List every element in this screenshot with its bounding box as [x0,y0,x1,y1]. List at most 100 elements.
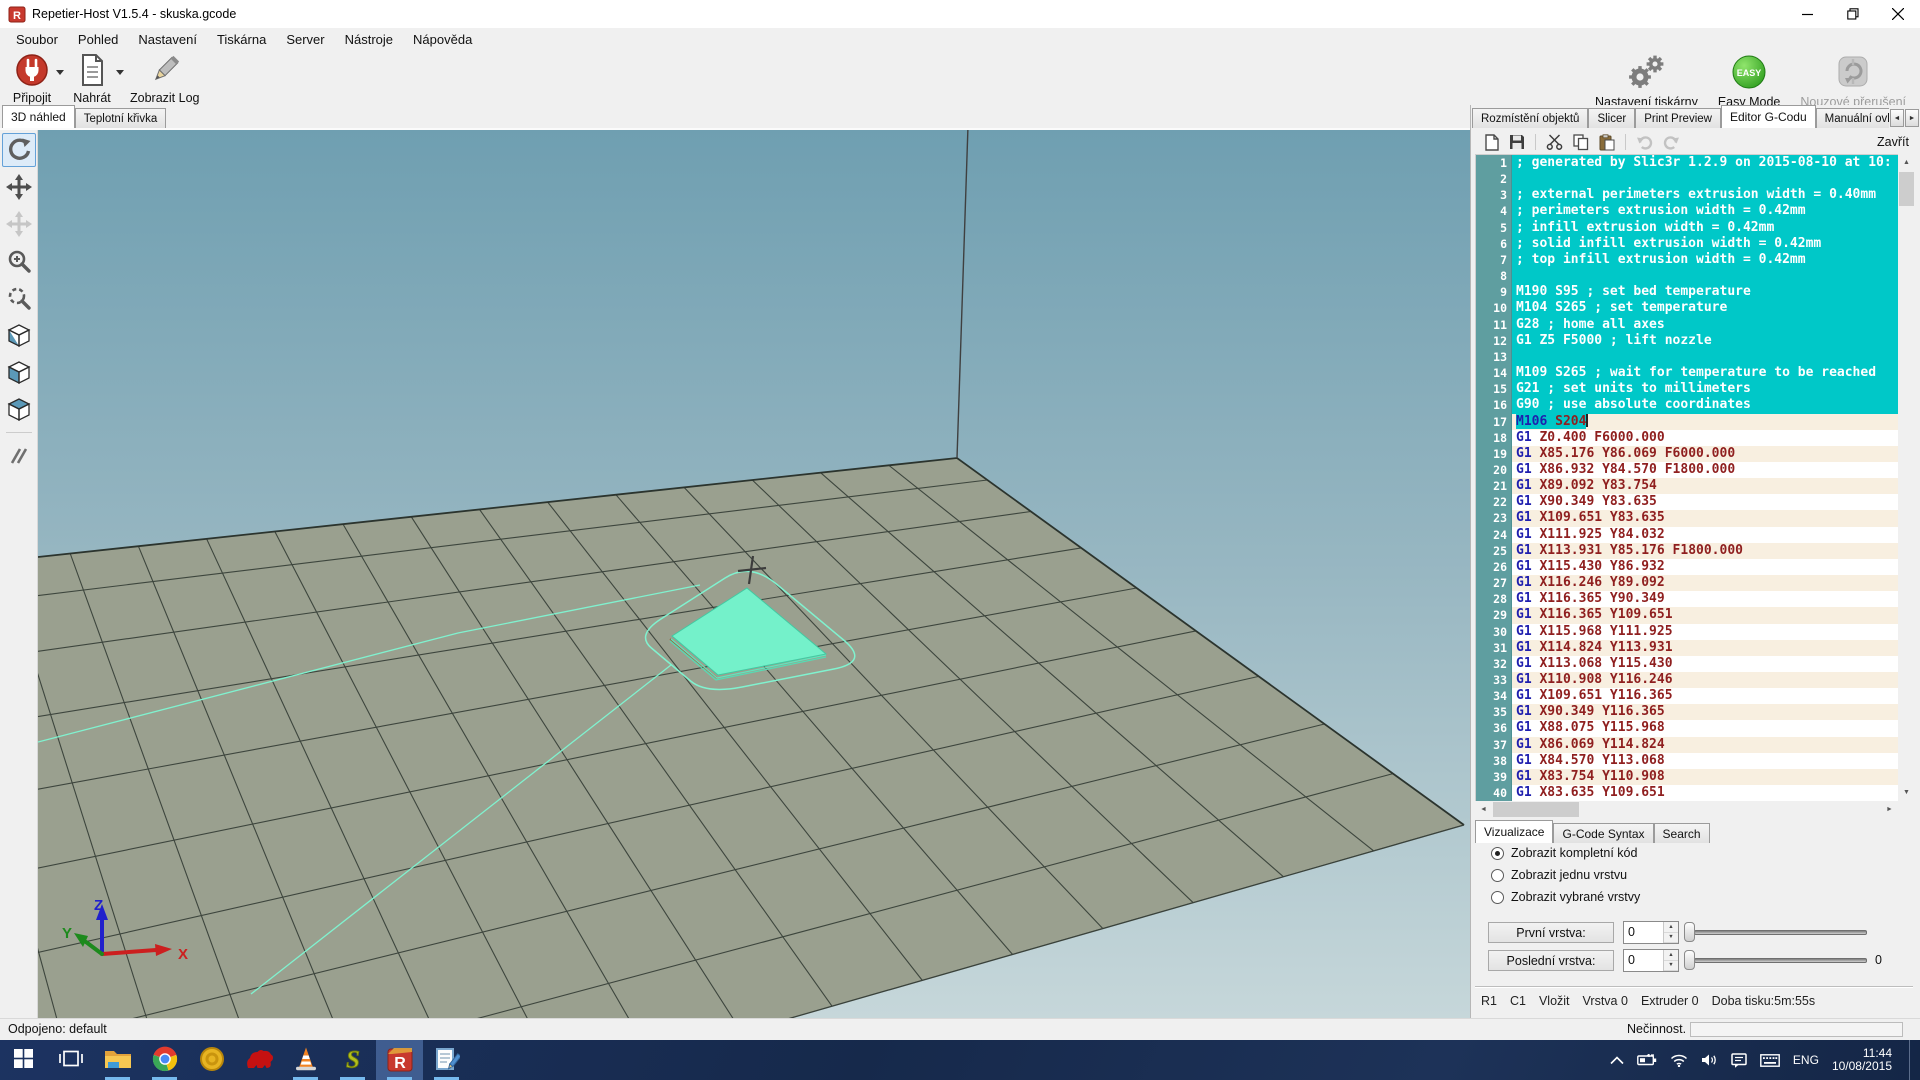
editor-line[interactable]: 30G1 X115.968 Y111.925 [1476,624,1898,640]
spin-down-icon[interactable]: ▼ [1664,933,1678,944]
editor-line[interactable]: 15G21 ; set units to millimeters [1476,381,1898,397]
editor-vscrollbar[interactable]: ▲ ▼ [1898,154,1915,801]
taskbar-clock[interactable]: 11:44 10/08/2015 [1832,1047,1892,1074]
editor-line[interactable]: 40G1 X83.635 Y109.651 [1476,785,1898,801]
chevron-up-icon[interactable] [1610,1056,1624,1065]
editor-line[interactable]: 23G1 X109.651 Y83.635 [1476,510,1898,526]
editor-close-button[interactable]: Zavřít [1877,130,1909,154]
dropdown-caret-icon[interactable] [56,70,64,75]
taskbar-task-view-button[interactable] [47,1040,94,1080]
spin-down-icon[interactable]: ▼ [1664,961,1678,972]
editor-line[interactable]: 36G1 X88.075 Y115.968 [1476,720,1898,736]
menu-item-server[interactable]: Server [276,28,334,50]
tab-slicer[interactable]: Slicer [1588,108,1635,128]
menu-item-pohled[interactable]: Pohled [68,28,128,50]
tab-scroll-right-icon[interactable]: ► [1905,109,1919,127]
editor-line[interactable]: 10M104 S265 ; set temperature [1476,300,1898,316]
radio-option[interactable]: Zobrazit vybrané vrstvy [1491,890,1640,904]
action-center-icon[interactable] [1731,1053,1747,1068]
editor-line[interactable]: 33G1 X110.908 Y116.246 [1476,672,1898,688]
taskbar-vlc-button[interactable] [282,1040,329,1080]
taskbar-start-button[interactable] [0,1040,47,1080]
radio-option[interactable]: Zobrazit kompletní kód [1491,846,1637,860]
tab-scroll-left-icon[interactable]: ◄ [1890,109,1904,127]
language-indicator[interactable]: ENG [1793,1053,1819,1067]
tab-rozm-st-n-objekt-[interactable]: Rozmístění objektů [1472,108,1588,128]
tab-print-preview[interactable]: Print Preview [1635,108,1721,128]
slider-thumb[interactable] [1684,922,1695,942]
tab-3d-n-hled[interactable]: 3D náhled [2,105,75,128]
layer-button[interactable]: Poslední vrstva: [1488,950,1614,971]
editor-line[interactable]: 18G1 Z0.400 F6000.000 [1476,430,1898,446]
radio-button-icon[interactable] [1491,891,1504,904]
editor-line[interactable]: 26G1 X115.430 Y86.932 [1476,559,1898,575]
rotate-view-button[interactable] [2,133,36,167]
editor-line[interactable]: 16G90 ; use absolute coordinates [1476,397,1898,413]
editor-line[interactable]: 20G1 X86.932 Y84.570 F1800.000 [1476,462,1898,478]
editor-line[interactable]: 27G1 X116.246 Y89.092 [1476,575,1898,591]
editor-line[interactable]: 4; perimeters extrusion width = 0.42mm [1476,203,1898,219]
menu-item-nastroje[interactable]: Nástroje [335,28,403,50]
editor-line[interactable]: 28G1 X116.365 Y90.349 [1476,591,1898,607]
radio-button-icon[interactable] [1491,869,1504,882]
fit-view-button[interactable] [2,281,36,315]
editor-line[interactable]: 38G1 X84.570 Y113.068 [1476,753,1898,769]
editor-line[interactable]: 31G1 X114.824 Y113.931 [1476,640,1898,656]
editor-line[interactable]: 9M190 S95 ; set bed temperature [1476,284,1898,300]
editor-line[interactable]: 11G28 ; home all axes [1476,317,1898,333]
dropdown-caret-icon[interactable] [116,70,124,75]
editor-line[interactable]: 19G1 X85.176 Y86.069 F6000.000 [1476,446,1898,462]
battery-icon[interactable] [1637,1054,1657,1066]
editor-line[interactable]: 1; generated by Slic3r 1.2.9 on 2015-08-… [1476,155,1898,171]
taskbar-chrome-button[interactable] [141,1040,188,1080]
editor-line[interactable]: 37G1 X86.069 Y114.824 [1476,737,1898,753]
copy-icon[interactable] [1573,134,1589,151]
save-icon[interactable] [1509,134,1525,150]
redo-icon[interactable] [1663,135,1680,150]
editor-line[interactable]: 3; external perimeters extrusion width =… [1476,187,1898,203]
editor-line[interactable]: 29G1 X116.365 Y109.651 [1476,607,1898,623]
tab-teplotn-k-ivka[interactable]: Teplotní křivka [75,108,167,128]
volume-icon[interactable] [1701,1053,1718,1067]
undo-icon[interactable] [1636,135,1653,150]
editor-line[interactable]: 6; solid infill extrusion width = 0.42mm [1476,236,1898,252]
radio-option[interactable]: Zobrazit jednu vrstvu [1491,868,1627,882]
editor-line[interactable]: 14M109 S265 ; wait for temperature to be… [1476,365,1898,381]
tab-manu-ln-ovl-d-n-[interactable]: Manuální ovládání [1816,108,1889,128]
load-button[interactable]: Nahrát [66,52,118,106]
zoom-view-button[interactable] [2,244,36,278]
view-top-button[interactable] [2,392,36,426]
editor-line[interactable]: 22G1 X90.349 Y83.635 [1476,494,1898,510]
new-file-icon[interactable] [1485,134,1499,151]
layer-spinner[interactable]: 0▲▼ [1623,949,1679,972]
close-icon[interactable] [1875,0,1920,28]
editor-line[interactable]: 24G1 X111.925 Y84.032 [1476,527,1898,543]
view-front-button[interactable] [2,355,36,389]
editor-line[interactable]: 8 [1476,268,1898,284]
editor-line[interactable]: 25G1 X113.931 Y85.176 F1800.000 [1476,543,1898,559]
spin-up-icon[interactable]: ▲ [1664,950,1678,961]
editor-line[interactable]: 39G1 X83.754 Y110.908 [1476,769,1898,785]
radio-button-icon[interactable] [1491,847,1504,860]
editor-line[interactable]: 17M106 S204 [1476,414,1898,430]
menu-item-tiskarna[interactable]: Tiskárna [207,28,276,50]
editor-line[interactable]: 32G1 X113.068 Y115.430 [1476,656,1898,672]
tab-search[interactable]: Search [1654,823,1710,843]
editor-line[interactable]: 34G1 X109.651 Y116.365 [1476,688,1898,704]
menu-item-napoveda[interactable]: Nápověda [403,28,482,50]
menu-item-nastaveni[interactable]: Nastavení [128,28,207,50]
view-isometric-button[interactable] [2,318,36,352]
tab-g-code-syntax[interactable]: G-Code Syntax [1553,823,1653,843]
taskbar-file-explorer-button[interactable] [94,1040,141,1080]
editor-line[interactable]: 13 [1476,349,1898,365]
editor-hscrollbar[interactable]: ◄ ► [1475,801,1898,818]
editor-line[interactable]: 7; top infill extrusion width = 0.42mm [1476,252,1898,268]
editor-line[interactable]: 5; infill extrusion width = 0.42mm [1476,220,1898,236]
touch-keyboard-icon[interactable] [1760,1054,1780,1067]
taskbar-slic3r-button[interactable]: S [329,1040,376,1080]
paste-icon[interactable] [1599,134,1615,151]
taskbar-red-dog-app-button[interactable] [235,1040,282,1080]
layer-slider[interactable] [1684,921,1869,944]
wifi-icon[interactable] [1670,1054,1688,1067]
editor-line[interactable]: 2 [1476,171,1898,187]
